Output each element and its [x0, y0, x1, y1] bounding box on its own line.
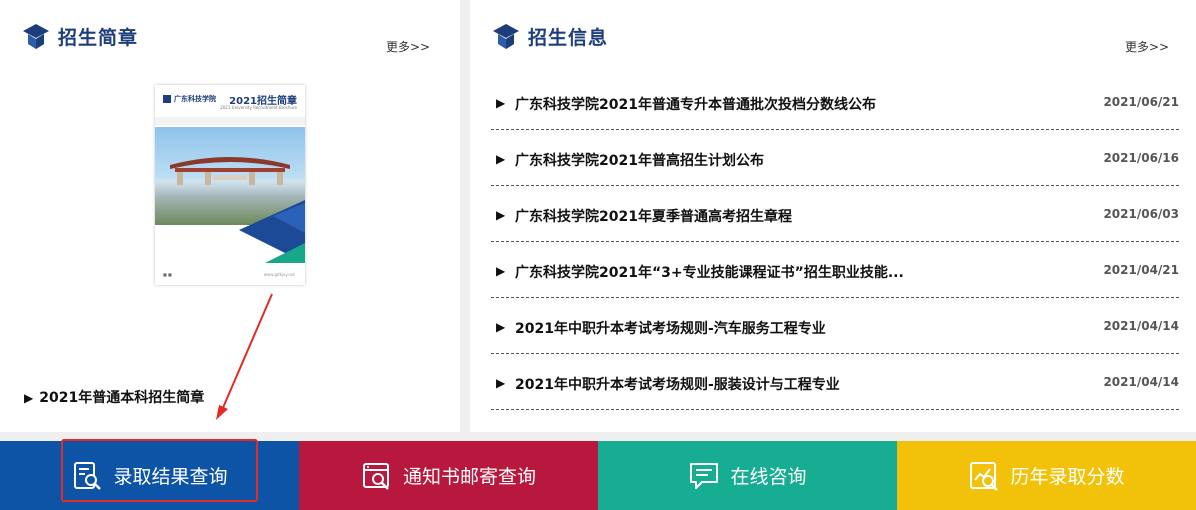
brochure-featured-link[interactable]: ▶ 2021年普通本科招生简章: [24, 387, 204, 407]
brochure-cover-image[interactable]: 广东科技学院 2021招生简章 2021 University Recruitm…: [155, 85, 305, 285]
news-more-link[interactable]: 更多>>: [1125, 38, 1169, 55]
news-title[interactable]: 2021年中职升本考试考场规则-汽车服务工程专业: [515, 318, 826, 338]
online-consult-button[interactable]: 在线咨询: [598, 441, 897, 510]
notice-mail-query-button[interactable]: 通知书邮寄查询: [299, 441, 598, 510]
news-section-header: 招生信息: [492, 22, 608, 50]
news-date: 2021/06/21: [1103, 95, 1179, 109]
admission-result-query-button[interactable]: 录取结果查询: [0, 441, 299, 510]
chart-search-icon: [970, 461, 999, 491]
news-list: ▶ 广东科技学院2021年普通专升本普通批次投档分数线公布 2021/06/21…: [491, 74, 1179, 410]
graduation-cap-icon: [23, 24, 49, 49]
news-section-title: 招生信息: [528, 26, 609, 49]
brochure-panel: 招生简章 更多>> 广东科技学院 2021招生简章 2021 Universit…: [0, 0, 460, 432]
news-title[interactable]: 广东科技学院2021年夏季普通高考招生章程: [515, 206, 792, 226]
news-item[interactable]: ▶ 广东科技学院2021年普高招生计划公布 2021/06/16: [491, 130, 1179, 186]
triangle-bullet-icon: ▶: [496, 208, 506, 222]
news-item[interactable]: ▶ 广东科技学院2021年“3+专业技能课程证书”招生职业技能... 2021/…: [491, 242, 1179, 298]
mail-search-icon: [362, 462, 389, 490]
news-title[interactable]: 2021年中职升本考试考场规则-服装设计与工程专业: [515, 374, 840, 394]
triangle-bullet-icon: ▶: [496, 152, 506, 166]
news-date: 2021/04/14: [1103, 375, 1179, 389]
news-date: 2021/06/16: [1103, 151, 1179, 165]
historical-scores-button[interactable]: 历年录取分数: [897, 441, 1196, 510]
brochure-footer-logo: ■ ■: [163, 272, 172, 277]
chat-icon: [690, 462, 719, 489]
news-date: 2021/04/14: [1103, 319, 1179, 333]
news-title[interactable]: 广东科技学院2021年普高招生计划公布: [515, 150, 764, 170]
graduation-cap-icon: [493, 24, 519, 49]
news-date: 2021/06/03: [1103, 207, 1179, 221]
quick-links-bar: 录取结果查询 通知书邮寄查询 在线咨询 历年录取分数: [0, 441, 1196, 510]
online-consult-label: 在线咨询: [730, 466, 807, 488]
notice-mail-query-label: 通知书邮寄查询: [402, 466, 536, 488]
admission-result-query-label: 录取结果查询: [113, 466, 228, 488]
historical-scores-label: 历年录取分数: [1010, 466, 1125, 488]
brochure-decor-triangles: [239, 200, 305, 263]
brochure-url: www.gdkjxy.net: [263, 272, 295, 277]
news-item[interactable]: ▶ 2021年中职升本考试考场规则-汽车服务工程专业 2021/04/14: [491, 298, 1179, 354]
news-item[interactable]: ▶ 2021年中职升本考试考场规则-服装设计与工程专业 2021/04/14: [491, 354, 1179, 410]
news-item[interactable]: ▶ 广东科技学院2021年普通专升本普通批次投档分数线公布 2021/06/21: [491, 74, 1179, 130]
news-title[interactable]: 广东科技学院2021年普通专升本普通批次投档分数线公布: [515, 94, 876, 114]
triangle-bullet-icon: ▶: [496, 264, 506, 278]
triangle-bullet-icon: ▶: [24, 391, 34, 405]
triangle-bullet-icon: ▶: [496, 376, 506, 390]
brochure-more-link[interactable]: 更多>>: [386, 38, 430, 55]
triangle-bullet-icon: ▶: [496, 96, 506, 110]
news-date: 2021/04/21: [1103, 263, 1179, 277]
news-title[interactable]: 广东科技学院2021年“3+专业技能课程证书”招生职业技能...: [515, 262, 904, 282]
news-panel: 招生信息 更多>> ▶ 广东科技学院2021年普通专升本普通批次投档分数线公布 …: [470, 0, 1196, 432]
brochure-section-header: 招生简章: [22, 22, 138, 50]
triangle-bullet-icon: ▶: [496, 320, 506, 334]
search-document-icon: [74, 461, 102, 490]
news-item[interactable]: ▶ 广东科技学院2021年夏季普通高考招生章程 2021/06/03: [491, 186, 1179, 242]
brochure-section-title: 招生简章: [58, 26, 139, 49]
